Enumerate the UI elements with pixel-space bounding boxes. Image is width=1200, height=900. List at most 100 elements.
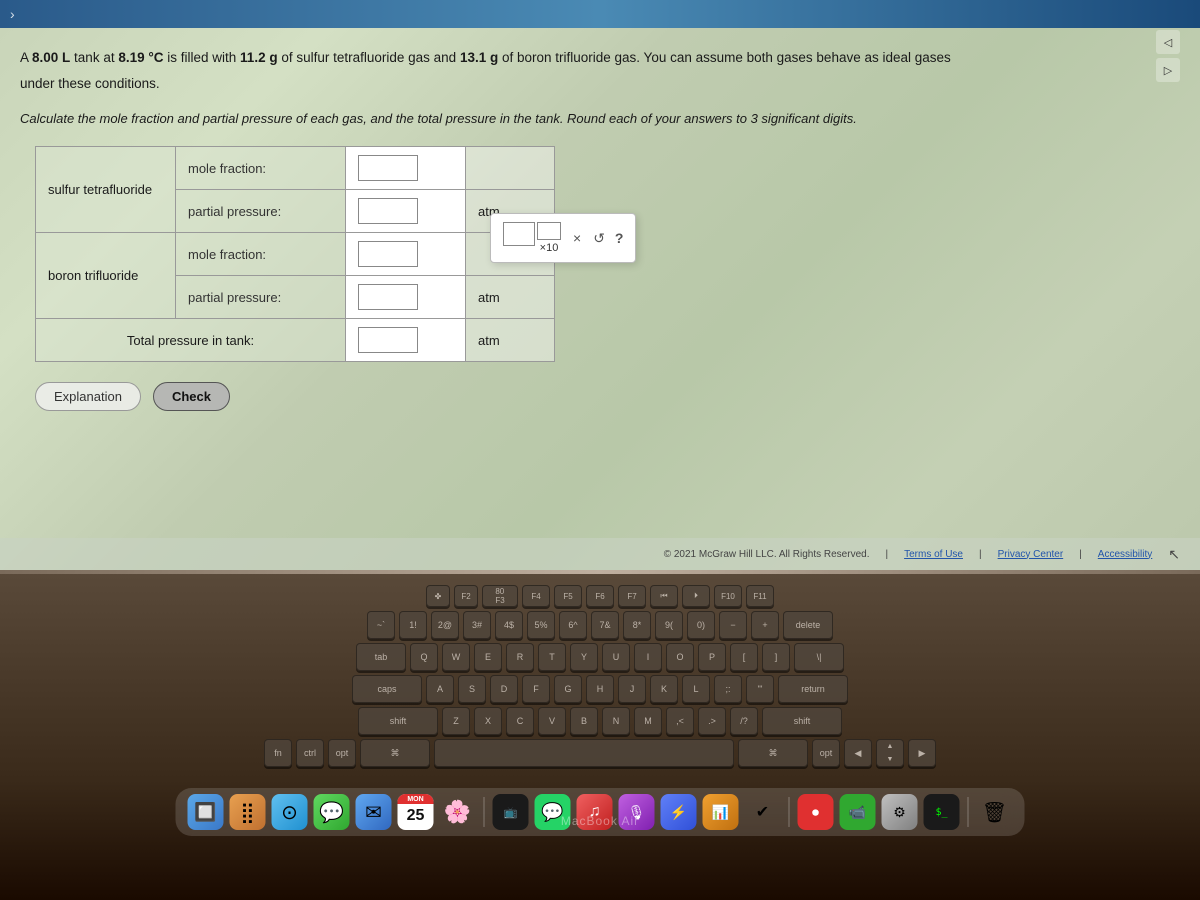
input-sf-partial-pressure[interactable] — [358, 198, 418, 224]
key-m[interactable]: M — [634, 707, 662, 735]
key-t[interactable]: T — [538, 643, 566, 671]
input-total-pressure[interactable] — [358, 327, 418, 353]
dock-icon-stats[interactable]: 📊 — [703, 794, 739, 830]
key-ctrl[interactable]: ctrl — [296, 739, 324, 767]
sci-undo-button[interactable]: ↺ — [593, 230, 605, 247]
sci-exp-input[interactable] — [537, 222, 561, 240]
dock-icon-photos[interactable]: 🌸 — [440, 794, 476, 830]
key-f11[interactable]: F11 — [746, 585, 774, 607]
key-2[interactable]: 2@ — [431, 611, 459, 639]
key-d[interactable]: D — [490, 675, 518, 703]
chevron-icon[interactable]: › — [10, 6, 15, 22]
sci-base-input[interactable] — [503, 222, 535, 246]
input-sf-mole-fraction[interactable] — [358, 155, 418, 181]
check-button[interactable]: Check — [153, 382, 230, 411]
dock-icon-terminal[interactable]: $_ — [924, 794, 960, 830]
key-r[interactable]: R — [506, 643, 534, 671]
key-6[interactable]: 6^ — [559, 611, 587, 639]
dock-icon-sysprefs[interactable]: ⚙ — [882, 794, 918, 830]
key-3[interactable]: 3# — [463, 611, 491, 639]
key-c[interactable]: C — [506, 707, 534, 735]
key-fn[interactable]: fn — [264, 739, 292, 767]
key-quote[interactable]: '" — [746, 675, 774, 703]
dock-icon-check[interactable]: ✔ — [745, 794, 781, 830]
dock-icon-appletv[interactable]: 📺 — [493, 794, 529, 830]
key-equals[interactable]: + — [751, 611, 779, 639]
key-g[interactable]: G — [554, 675, 582, 703]
key-right[interactable]: ▶ — [908, 739, 936, 767]
key-space[interactable] — [434, 739, 734, 767]
key-return[interactable]: return — [778, 675, 848, 703]
sci-help-button[interactable]: ? — [615, 230, 624, 246]
key-n[interactable]: N — [602, 707, 630, 735]
key-rshift[interactable]: shift — [762, 707, 842, 735]
dock-icon-finder[interactable]: 🔲 — [188, 794, 224, 830]
key-updown[interactable]: ▲ ▼ — [876, 739, 904, 767]
key-f10[interactable]: F10 — [714, 585, 742, 607]
key-f[interactable]: F — [522, 675, 550, 703]
key-y[interactable]: Y — [570, 643, 598, 671]
key-q[interactable]: Q — [410, 643, 438, 671]
key-8[interactable]: 8* — [623, 611, 651, 639]
dock-icon-launchpad[interactable]: ⣿ — [230, 794, 266, 830]
key-tab[interactable]: tab — [356, 643, 406, 671]
key-j[interactable]: J — [618, 675, 646, 703]
key-i[interactable]: I — [634, 643, 662, 671]
key-l[interactable]: L — [682, 675, 710, 703]
key-lbracket[interactable]: [ — [730, 643, 758, 671]
key-a[interactable]: A — [426, 675, 454, 703]
key-f4[interactable]: F4 — [522, 585, 550, 607]
key-z[interactable]: Z — [442, 707, 470, 735]
key-f8[interactable]: ⏮ — [650, 585, 678, 607]
key-f3[interactable]: 80F3 — [482, 585, 518, 607]
key-f5[interactable]: F5 — [554, 585, 582, 607]
key-f2[interactable]: F2 — [454, 585, 478, 607]
key-caps[interactable]: caps — [352, 675, 422, 703]
dock-icon-messenger[interactable]: ⚡ — [661, 794, 697, 830]
key-slash[interactable]: /? — [730, 707, 758, 735]
privacy-link[interactable]: Privacy Center — [998, 549, 1064, 560]
key-rbracket[interactable]: ] — [762, 643, 790, 671]
key-lopt[interactable]: opt — [328, 739, 356, 767]
key-minus[interactable]: − — [719, 611, 747, 639]
dock-icon-safari[interactable]: ⊙ — [272, 794, 308, 830]
key-p[interactable]: P — [698, 643, 726, 671]
key-delete[interactable]: delete — [783, 611, 833, 639]
key-ropt[interactable]: opt — [812, 739, 840, 767]
key-f6[interactable]: F6 — [586, 585, 614, 607]
dock-icon-calendar[interactable]: MON 25 — [398, 794, 434, 830]
key-rcmd[interactable]: ⌘ — [738, 739, 808, 767]
key-u[interactable]: U — [602, 643, 630, 671]
key-lshift[interactable]: shift — [358, 707, 438, 735]
key-backtick[interactable]: ~` — [367, 611, 395, 639]
key-f9[interactable]: ⏵ — [682, 585, 710, 607]
dock-icon-screenrecord[interactable]: ⏺ — [798, 794, 834, 830]
sci-close-button[interactable]: × — [571, 230, 583, 246]
input-bf-partial-pressure[interactable] — [358, 284, 418, 310]
key-f1[interactable]: ✤ — [426, 585, 450, 607]
key-comma[interactable]: ,< — [666, 707, 694, 735]
key-k[interactable]: K — [650, 675, 678, 703]
key-7[interactable]: 7& — [591, 611, 619, 639]
accessibility-link[interactable]: Accessibility — [1098, 549, 1152, 560]
dock-icon-facetime[interactable]: 📹 — [840, 794, 876, 830]
key-semicolon[interactable]: ;: — [714, 675, 742, 703]
dock-icon-mail[interactable]: ✉ — [356, 794, 392, 830]
key-0[interactable]: 0) — [687, 611, 715, 639]
key-1[interactable]: 1! — [399, 611, 427, 639]
explanation-button[interactable]: Explanation — [35, 382, 141, 411]
key-lcmd[interactable]: ⌘ — [360, 739, 430, 767]
key-9[interactable]: 9( — [655, 611, 683, 639]
key-s[interactable]: S — [458, 675, 486, 703]
key-w[interactable]: W — [442, 643, 470, 671]
key-o[interactable]: O — [666, 643, 694, 671]
key-backslash[interactable]: \| — [794, 643, 844, 671]
key-v[interactable]: V — [538, 707, 566, 735]
key-e[interactable]: E — [474, 643, 502, 671]
input-bf-mole-fraction[interactable] — [358, 241, 418, 267]
dock-icon-messages[interactable]: 💬 — [314, 794, 350, 830]
key-b[interactable]: B — [570, 707, 598, 735]
key-4[interactable]: 4$ — [495, 611, 523, 639]
key-f7[interactable]: F7 — [618, 585, 646, 607]
key-x[interactable]: X — [474, 707, 502, 735]
